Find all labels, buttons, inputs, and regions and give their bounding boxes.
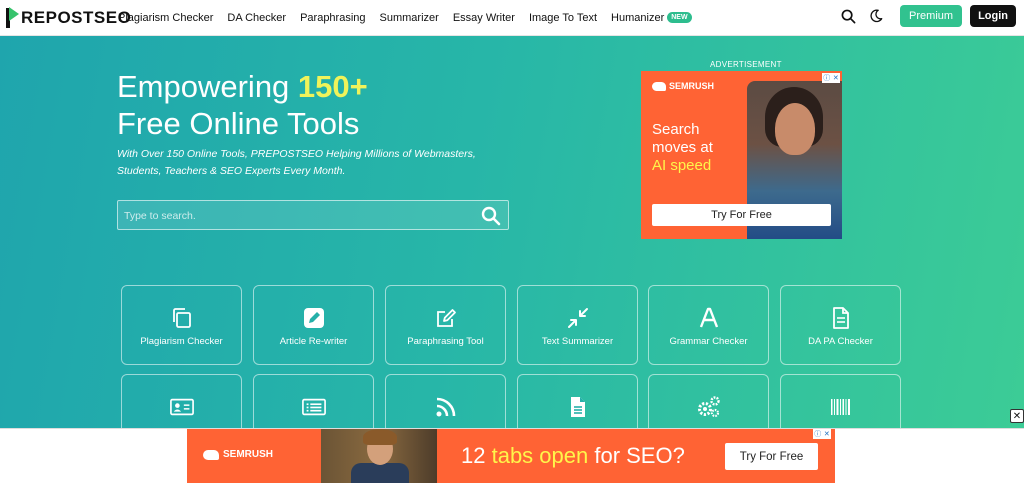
close-ad-icon[interactable]: ✕ bbox=[1010, 409, 1024, 423]
top-navbar: REPOSTSEO Plagiarism Checker DA Checker … bbox=[0, 0, 1024, 36]
pen-square-icon bbox=[436, 309, 456, 327]
tool-card-label: Article Re-writer bbox=[279, 336, 348, 347]
ad-brand-text: SEMRUSH bbox=[669, 81, 715, 91]
premium-button[interactable]: Premium bbox=[900, 5, 963, 27]
nav-item-image-to-text[interactable]: Image To Text bbox=[529, 12, 597, 24]
tool-card-label: Paraphrasing Tool bbox=[407, 336, 484, 347]
ad-brand-text: SEMRUSH bbox=[223, 449, 274, 460]
ad-person-image bbox=[321, 429, 437, 483]
tool-card-barcode[interactable] bbox=[780, 374, 901, 428]
tool-card-text-summarizer[interactable]: Text Summarizer bbox=[517, 285, 638, 365]
nav-item-essay-writer[interactable]: Essay Writer bbox=[453, 12, 515, 24]
logo-text: REPOSTSEO bbox=[21, 8, 132, 27]
hero-title: Empowering 150+ Free Online Tools bbox=[117, 68, 368, 142]
hero-subtitle: With Over 150 Online Tools, PREPOSTSEO H… bbox=[117, 148, 476, 177]
tool-card-label: DA PA Checker bbox=[808, 336, 873, 347]
nav-item-humanizer-label: Humanizer bbox=[611, 12, 665, 24]
tool-card-paraphrasing-tool[interactable]: Paraphrasing Tool bbox=[385, 285, 506, 365]
tool-card-rss[interactable] bbox=[385, 374, 506, 428]
search-submit-icon[interactable] bbox=[481, 206, 501, 226]
copy-icon bbox=[172, 308, 191, 328]
search-icon[interactable] bbox=[836, 4, 860, 28]
semrush-flame-icon bbox=[203, 449, 219, 460]
ad-headline-ai: AI speed bbox=[652, 157, 712, 174]
ad-try-for-free-button[interactable]: Try For Free bbox=[652, 204, 831, 226]
tool-card-plagiarism-checker[interactable]: Plagiarism Checker bbox=[121, 285, 242, 365]
hero-section: Empowering 150+ Free Online Tools With O… bbox=[0, 36, 1024, 428]
ad-info-icon[interactable]: ⓘ ✕ bbox=[813, 429, 831, 439]
ad-headline-line1: Search bbox=[652, 121, 700, 138]
nav-item-paraphrasing[interactable]: Paraphrasing bbox=[300, 12, 365, 24]
new-badge: NEW bbox=[667, 12, 692, 23]
ad-headline-line2: moves at bbox=[652, 139, 713, 156]
id-card-icon bbox=[169, 398, 194, 416]
tool-card-grammar-checker[interactable]: Grammar Checker bbox=[648, 285, 769, 365]
nav-actions: Premium Login bbox=[836, 4, 1016, 28]
tool-card-article-rewriter[interactable]: Article Re-writer bbox=[253, 285, 374, 365]
gears-icon bbox=[697, 396, 720, 418]
semrush-ad-top[interactable]: SEMRUSH Search moves at AI speed Try For… bbox=[641, 71, 842, 239]
file-text-icon bbox=[570, 397, 585, 417]
ad-bottom-headline: 12 tabs open for SEO? bbox=[461, 443, 685, 469]
ad-semrush-logo: SEMRUSH bbox=[203, 449, 273, 460]
ad-info-icon[interactable]: ⓘ ✕ bbox=[822, 73, 840, 83]
hero-title-line2: Free Online Tools bbox=[117, 106, 360, 141]
nav-item-summarizer[interactable]: Summarizer bbox=[380, 12, 439, 24]
ad-headline: Search moves at AI speed bbox=[652, 121, 713, 175]
ad-bottom-try-for-free-button[interactable]: Try For Free bbox=[725, 443, 818, 470]
barcode-icon bbox=[830, 399, 850, 415]
nav-item-humanizer[interactable]: Humanizer NEW bbox=[611, 12, 692, 24]
list-icon bbox=[301, 398, 326, 416]
document-icon bbox=[832, 307, 849, 329]
ad-bottom-headline-highlight: tabs open bbox=[491, 443, 589, 468]
tool-card-da-pa-checker[interactable]: DA PA Checker bbox=[780, 285, 901, 365]
tool-search-input[interactable] bbox=[124, 207, 474, 225]
ad-semrush-logo: SEMRUSH bbox=[652, 81, 714, 91]
tool-card-id-card[interactable] bbox=[121, 374, 242, 428]
tool-card-label: Text Summarizer bbox=[541, 336, 614, 347]
tool-card-label: Plagiarism Checker bbox=[140, 336, 223, 347]
tool-search-box bbox=[117, 200, 509, 230]
tool-card-gears[interactable] bbox=[648, 374, 769, 428]
advertisement-label: ADVERTISEMENT bbox=[710, 60, 782, 69]
compress-icon bbox=[567, 308, 588, 328]
semrush-flame-icon bbox=[652, 81, 666, 91]
tool-card-label: Grammar Checker bbox=[669, 336, 748, 347]
hero-title-prefix: Empowering bbox=[117, 69, 298, 104]
login-button[interactable]: Login bbox=[970, 5, 1016, 27]
tool-card-file-text[interactable] bbox=[517, 374, 638, 428]
logo-mark-icon bbox=[6, 7, 20, 29]
semrush-ad-bottom[interactable]: SEMRUSH 12 tabs open for SEO? Try For Fr… bbox=[187, 429, 835, 483]
edit-icon bbox=[303, 308, 324, 328]
site-logo[interactable]: REPOSTSEO bbox=[6, 6, 131, 30]
nav-item-plagiarism-checker[interactable]: Plagiarism Checker bbox=[118, 12, 213, 24]
tool-card-list[interactable] bbox=[253, 374, 374, 428]
hero-title-highlight: 150+ bbox=[297, 69, 368, 104]
rss-icon bbox=[436, 397, 455, 417]
ad-bottom-headline-part2: for SEO? bbox=[588, 443, 685, 468]
nav-item-da-checker[interactable]: DA Checker bbox=[227, 12, 286, 24]
ad-bottom-headline-part1: 12 bbox=[461, 443, 492, 468]
letter-a-icon bbox=[699, 307, 718, 328]
moon-icon[interactable] bbox=[864, 4, 888, 28]
main-menu: Plagiarism Checker DA Checker Paraphrasi… bbox=[118, 0, 706, 36]
